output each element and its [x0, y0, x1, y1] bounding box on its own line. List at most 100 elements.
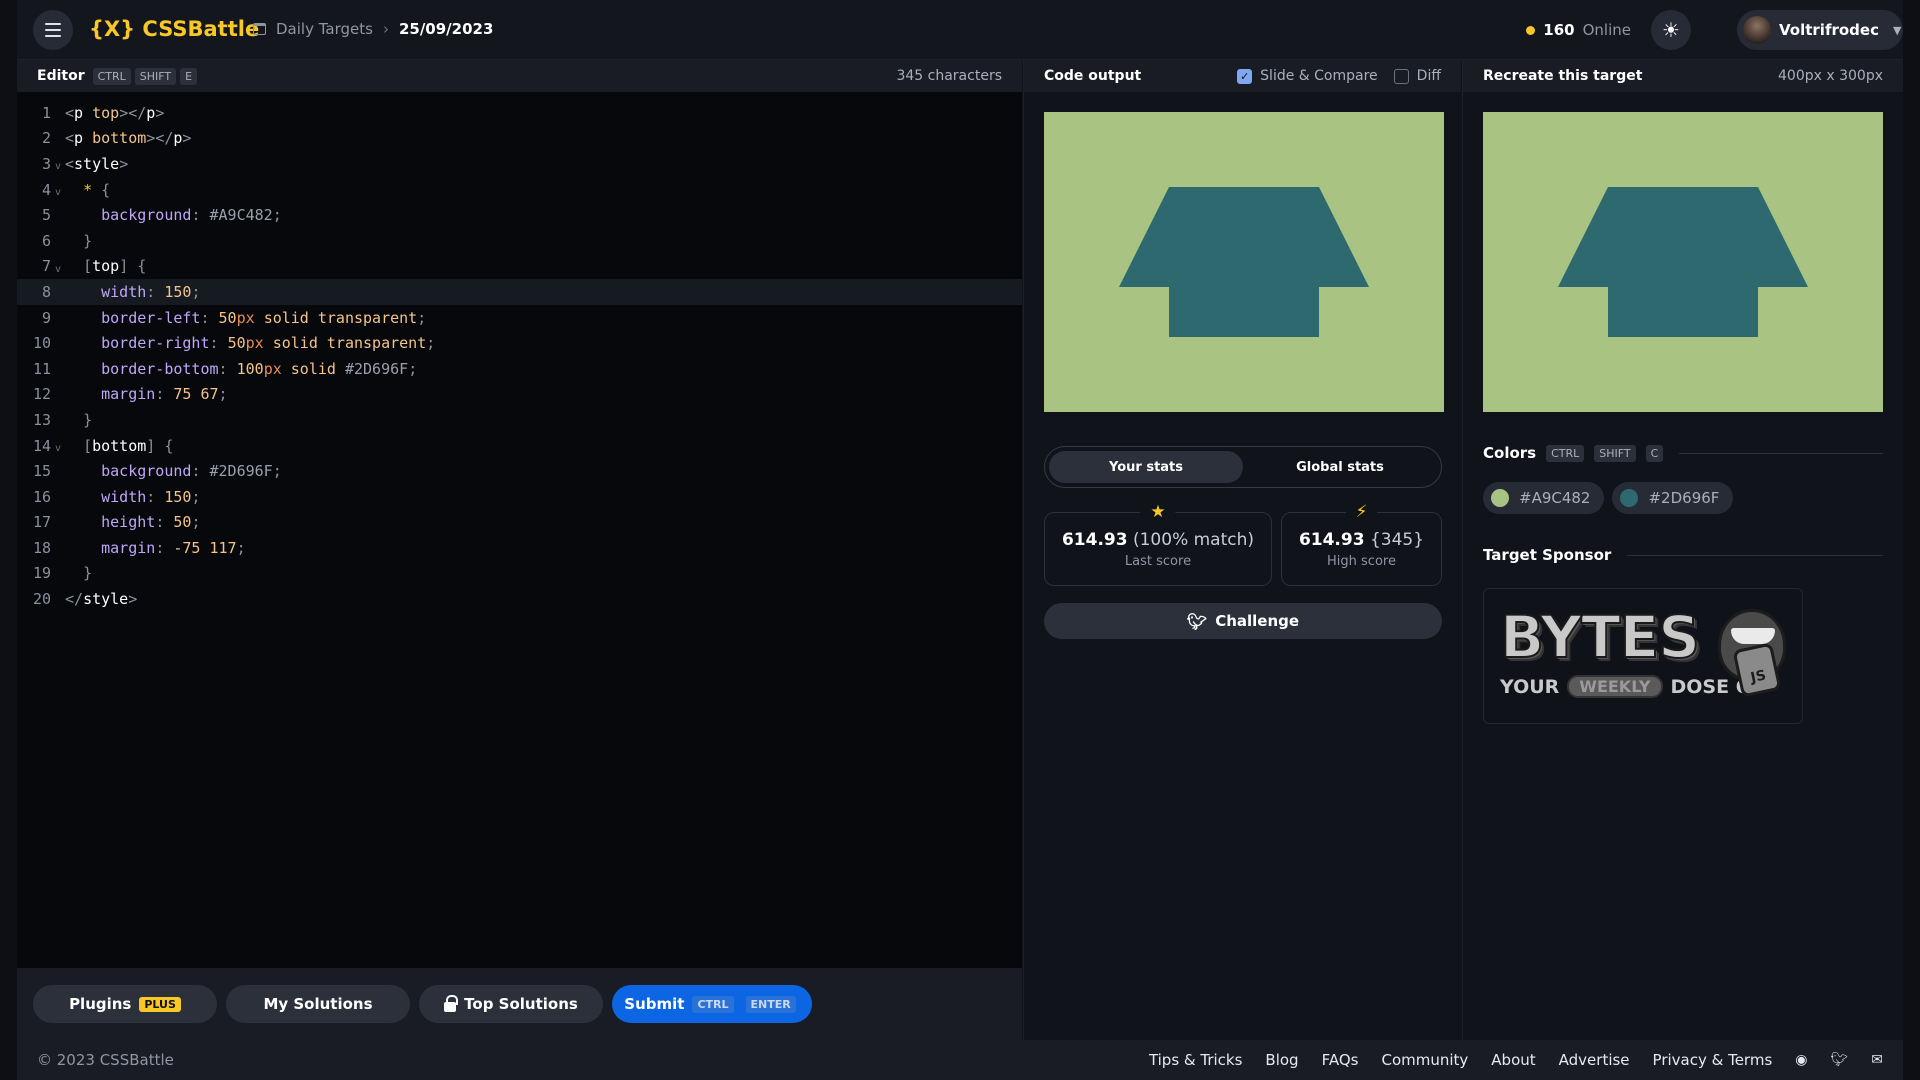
code-line[interactable]: 15 background: #2D696F; [17, 458, 1022, 484]
code-line[interactable]: 19 } [17, 561, 1022, 587]
footer-link-blog[interactable]: Blog [1265, 1051, 1298, 1069]
code-output-canvas[interactable] [1044, 112, 1444, 412]
code-line[interactable]: 1 <p top></p> [17, 100, 1022, 126]
sponsor-banner[interactable]: BYTES YOUR WEEKLY DOSE OF JS [1483, 588, 1803, 724]
high-score-value: 614.93 [1298, 529, 1365, 550]
character-count: 345 characters [896, 68, 1002, 84]
code-line[interactable]: 20 </style> [17, 586, 1022, 612]
code-text: } [83, 410, 93, 429]
checkbox-checked-icon[interactable]: ✓ [1237, 68, 1253, 84]
code-line[interactable]: 7v [top] { [17, 254, 1022, 280]
fold-gutter [51, 494, 65, 500]
slide-compare-checkbox[interactable]: ✓ Slide & Compare [1237, 68, 1378, 84]
code-line[interactable]: 13 } [17, 407, 1022, 433]
fold-chevron-icon[interactable]: v [51, 437, 65, 454]
code-line[interactable]: 16 width: 150; [17, 484, 1022, 510]
chevron-right-icon: › [382, 20, 389, 38]
code-text: width: 150; [101, 487, 201, 506]
fold-chevron-icon[interactable]: v [51, 155, 65, 172]
sponsor-title: Target Sponsor [1483, 546, 1612, 564]
target-image[interactable] [1483, 112, 1883, 412]
code-line[interactable]: 18 margin: -75 117; [17, 535, 1022, 561]
fold-chevron-icon[interactable]: v [51, 258, 65, 275]
code-line[interactable]: 10 border-right: 50px solid transparent; [17, 330, 1022, 356]
color-hex: #A9C482 [1519, 489, 1591, 507]
shortcut-key: SHIFT [134, 67, 177, 85]
checkbox-unchecked-icon[interactable] [1393, 68, 1409, 84]
cssbattle-logo[interactable]: {X} CSSBattle [89, 17, 259, 41]
footer-link-faqs[interactable]: FAQs [1322, 1051, 1359, 1069]
color-chip[interactable]: #2D696F [1612, 482, 1734, 514]
footer-link-tips[interactable]: Tips & Tricks [1149, 1051, 1242, 1069]
code-line[interactable]: 9 border-left: 50px solid transparent; [17, 305, 1022, 331]
fold-gutter [51, 110, 65, 116]
twitter-icon[interactable]: 🐦︎ [1830, 1052, 1848, 1068]
output-trapezoid [1119, 187, 1369, 287]
shortcut-key: SHIFT [1594, 444, 1636, 462]
fold-gutter [51, 468, 65, 474]
lightning-icon: ⚡ [1345, 502, 1378, 522]
challenge-button[interactable]: 🐦︎ Challenge [1044, 603, 1442, 639]
submit-button[interactable]: Submit CTRL ENTER [612, 985, 812, 1023]
fold-gutter [51, 545, 65, 551]
code-line[interactable]: 12 margin: 75 67; [17, 382, 1022, 408]
avatar [1743, 16, 1771, 44]
tab-your-stats[interactable]: Your stats [1049, 451, 1243, 483]
last-score-match: (100% match) [1132, 529, 1255, 550]
line-number: 12 [32, 385, 51, 404]
code-line[interactable]: 14 v [bottom] { [17, 433, 1022, 459]
mail-icon[interactable]: ✉ [1871, 1052, 1883, 1068]
theme-toggle-sun-icon[interactable]: ☀ [1651, 10, 1691, 50]
footer-link-about[interactable]: About [1491, 1051, 1535, 1069]
sponsor-section-header: Target Sponsor [1483, 546, 1883, 564]
hamburger-menu-icon[interactable] [33, 10, 73, 50]
output-header: Code output ✓ Slide & Compare Diff [1024, 60, 1461, 92]
code-text: } [83, 564, 93, 583]
code-line[interactable]: 2 <p bottom></p> [17, 126, 1022, 152]
code-line[interactable]: 4v * { [17, 177, 1022, 203]
code-editor[interactable]: 1 <p top></p> 2 <p bottom></p> 3 v <style> 4 v *… [17, 100, 1022, 612]
breadcrumb-daily-targets[interactable]: Daily Targets [276, 20, 373, 38]
code-line[interactable]: 8 width: 150; [17, 279, 1022, 305]
last-score-label: Last score [1124, 553, 1192, 569]
lock-icon [444, 994, 459, 1012]
tongue-js-tag: JS [1732, 642, 1782, 698]
online-dot-icon [1526, 25, 1536, 35]
discord-icon[interactable]: ◉ [1795, 1052, 1807, 1068]
plugins-button[interactable]: Plugins PLUS [33, 985, 217, 1023]
line-number: 14 [32, 436, 51, 455]
user-menu[interactable]: Voltrifrodec ▼ [1737, 10, 1903, 50]
stats-tabs: Your stats Global stats [1044, 446, 1442, 488]
color-chip[interactable]: #A9C482 [1483, 482, 1605, 514]
plugins-label: Plugins [69, 995, 132, 1013]
top-solutions-button[interactable]: Top Solutions [419, 985, 603, 1023]
page-footer: © 2023 CSSBattle Tips & Tricks Blog FAQs… [17, 1040, 1903, 1080]
chevron-down-icon: ▼ [1892, 23, 1902, 37]
code-line[interactable]: 11 border-bottom: 100px solid #2D696F; [17, 356, 1022, 382]
code-text: border-left: 50px solid transparent; [101, 308, 427, 327]
sponsor-tagline: YOUR WEEKLY DOSE OF [1500, 675, 1765, 698]
fold-chevron-icon[interactable]: v [51, 181, 65, 198]
my-solutions-button[interactable]: My Solutions [226, 985, 410, 1023]
code-line[interactable]: 3 v <style> [17, 151, 1022, 177]
code-line[interactable]: 6 } [17, 228, 1022, 254]
fold-gutter [51, 135, 65, 141]
colors-section-header: Colors CTRL SHIFT C [1483, 444, 1883, 462]
calendar-icon [253, 23, 266, 35]
output-title: Code output [1044, 68, 1142, 84]
code-text: <p bottom></p> [65, 129, 192, 148]
code-line[interactable]: 5 background: #A9C482; [17, 202, 1022, 228]
footer-link-privacy[interactable]: Privacy & Terms [1653, 1051, 1773, 1069]
code-line[interactable]: 17 height: 50; [17, 510, 1022, 536]
target-trapezoid [1558, 187, 1808, 287]
online-label: Online [1582, 21, 1631, 39]
last-score-value: 614.93 [1061, 529, 1128, 550]
diff-checkbox[interactable]: Diff [1393, 68, 1441, 84]
color-hex: #2D696F [1648, 489, 1720, 507]
slide-compare-label: Slide & Compare [1260, 68, 1378, 84]
tab-global-stats[interactable]: Global stats [1243, 451, 1437, 483]
footer-link-community[interactable]: Community [1381, 1051, 1468, 1069]
right-gutter [1903, 0, 1920, 1080]
line-number: 17 [32, 513, 51, 532]
footer-link-advertise[interactable]: Advertise [1559, 1051, 1630, 1069]
